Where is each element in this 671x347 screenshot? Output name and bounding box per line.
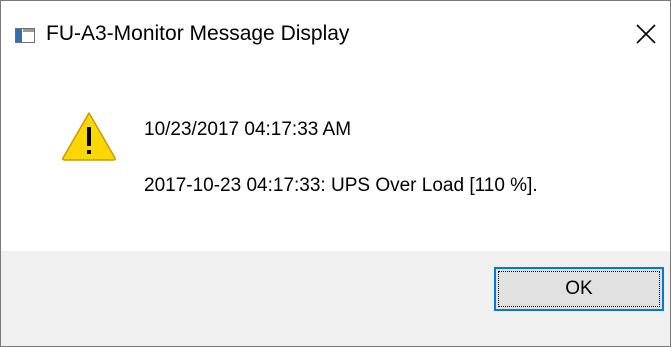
ok-button-label: OK xyxy=(565,278,593,299)
warning-icon xyxy=(62,112,116,161)
app-window-icon xyxy=(15,28,35,43)
title-bar[interactable]: FU-A3-Monitor Message Display xyxy=(1,1,670,71)
ok-button[interactable]: OK xyxy=(494,267,664,311)
close-icon xyxy=(636,24,656,44)
message-text: 2017-10-23 04:17:33: UPS Over Load [110 … xyxy=(144,175,538,196)
message-area: 10/23/2017 04:17:33 AM 2017-10-23 04:17:… xyxy=(1,71,670,251)
close-button[interactable] xyxy=(623,11,669,57)
button-bar: OK xyxy=(1,251,670,346)
message-timestamp: 10/23/2017 04:17:33 AM xyxy=(144,119,352,140)
message-dialog: FU-A3-Monitor Message Display 10/23/2017… xyxy=(0,0,671,347)
window-title: FU-A3-Monitor Message Display xyxy=(46,22,350,45)
